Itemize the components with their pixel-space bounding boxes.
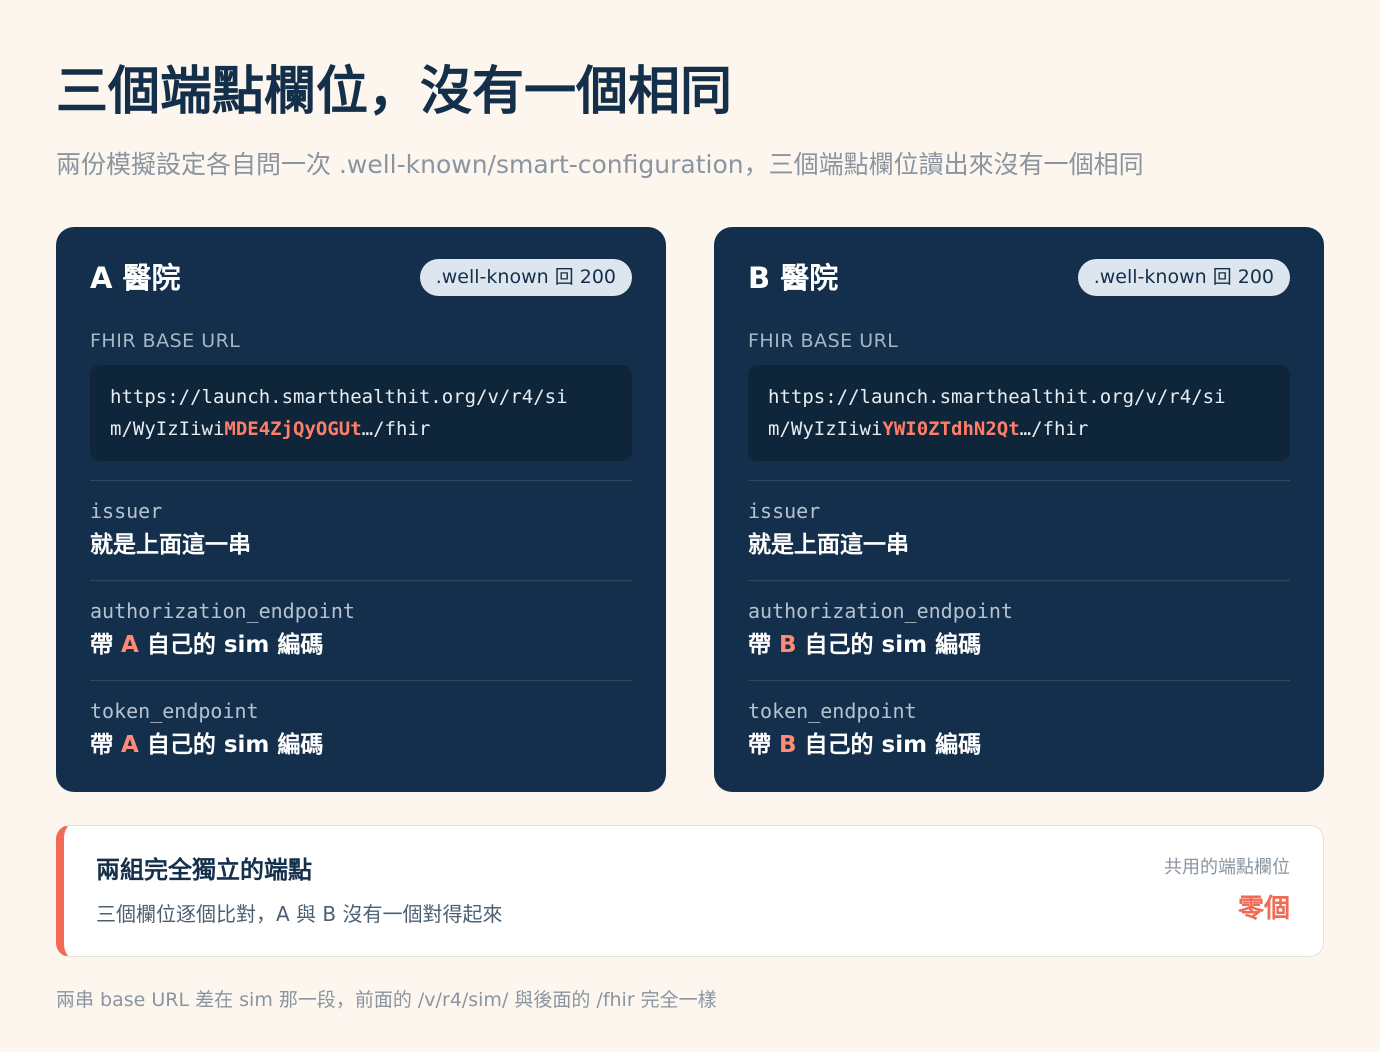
field-key: issuer <box>90 499 163 523</box>
base-url-line-1: https://launch.smarthealthit.org/v/r4/si <box>768 386 1226 408</box>
hospital-letter: A <box>121 732 139 758</box>
value-suffix: 自己的 sim 編碼 <box>138 632 324 658</box>
hospital-letter: B <box>779 632 797 658</box>
base-url-line-2: m/WyIzIiwiMDE4ZjQyOGUt…/fhir <box>110 413 612 445</box>
url-sim-segment: YWI0ZTdhN2Qt <box>882 418 1020 440</box>
field-value: 就是上面這一串 <box>748 532 909 558</box>
card-title: A 醫院 <box>90 261 181 295</box>
value-prefix: 帶 <box>748 632 780 658</box>
hospital-a-card: A 醫院 .well-known 回 200 FHIR BASE URL htt… <box>56 227 666 792</box>
field-authorization-endpoint: authorization_endpoint 帶 B 自己的 sim 編碼 <box>748 580 1290 680</box>
card-title: B 醫院 <box>748 261 839 295</box>
field-value: 帶 B 自己的 sim 編碼 <box>748 630 1290 660</box>
value-suffix: 自己的 sim 編碼 <box>796 632 982 658</box>
base-url-line-1: https://launch.smarthealthit.org/v/r4/si <box>110 386 568 408</box>
url-prefix: m/WyIzIiwi <box>110 418 225 440</box>
field-key: authorization_endpoint <box>748 599 1013 623</box>
field-value: 帶 A 自己的 sim 編碼 <box>90 730 632 760</box>
hospital-letter: B <box>779 732 797 758</box>
page-title: 三個端點欄位，沒有一個相同 <box>56 62 733 122</box>
field-token-endpoint: token_endpoint 帶 A 自己的 sim 編碼 <box>90 680 632 780</box>
value-suffix: 自己的 sim 編碼 <box>138 732 324 758</box>
base-url-box: https://launch.smarthealthit.org/v/r4/si… <box>748 365 1290 461</box>
field-key: token_endpoint <box>748 699 917 723</box>
field-issuer: issuer 就是上面這一串 <box>748 480 1290 580</box>
value-prefix: 帶 <box>90 732 122 758</box>
footnote: 兩串 base URL 差在 sim 那一段，前面的 /v/r4/sim/ 與後… <box>56 989 717 1011</box>
url-prefix: m/WyIzIiwi <box>768 418 883 440</box>
summary-title: 兩組完全獨立的端點 <box>96 856 312 884</box>
field-key: token_endpoint <box>90 699 259 723</box>
card-header: B 醫院 .well-known 回 200 <box>748 227 1290 329</box>
status-badge: .well-known 回 200 <box>419 259 632 296</box>
field-value: 就是上面這一串 <box>90 532 251 558</box>
hospital-b-card: B 醫院 .well-known 回 200 FHIR BASE URL htt… <box>714 227 1324 792</box>
field-key: authorization_endpoint <box>90 599 355 623</box>
url-suffix: …/fhir <box>361 418 431 440</box>
field-issuer: issuer 就是上面這一串 <box>90 480 632 580</box>
field-key: issuer <box>748 499 821 523</box>
field-value: 帶 A 自己的 sim 編碼 <box>90 630 632 660</box>
value-prefix: 帶 <box>748 732 780 758</box>
page-subtitle: 兩份模擬設定各自問一次 .well-known/smart-configurat… <box>56 150 1144 179</box>
card-header: A 醫院 .well-known 回 200 <box>90 227 632 329</box>
value-suffix: 自己的 sim 編碼 <box>796 732 982 758</box>
base-url-box: https://launch.smarthealthit.org/v/r4/si… <box>90 365 632 461</box>
value-prefix: 帶 <box>90 632 122 658</box>
base-url-line-2: m/WyIzIiwiYWI0ZTdhN2Qt…/fhir <box>768 413 1270 445</box>
shared-fields-count: 零個 <box>1237 894 1290 924</box>
hospital-letter: A <box>121 632 139 658</box>
field-value: 帶 B 自己的 sim 編碼 <box>748 730 1290 760</box>
field-token-endpoint: token_endpoint 帶 B 自己的 sim 編碼 <box>748 680 1290 780</box>
url-sim-segment: MDE4ZjQyOGUt <box>224 418 362 440</box>
base-url-label: FHIR BASE URL <box>90 330 241 352</box>
url-suffix: …/fhir <box>1019 418 1089 440</box>
field-authorization-endpoint: authorization_endpoint 帶 A 自己的 sim 編碼 <box>90 580 632 680</box>
shared-fields-label: 共用的端點欄位 <box>1164 857 1290 878</box>
summary-description: 三個欄位逐個比對，A 與 B 沒有一個對得起來 <box>96 902 503 926</box>
summary-card: 兩組完全獨立的端點 三個欄位逐個比對，A 與 B 沒有一個對得起來 共用的端點欄… <box>56 825 1324 957</box>
base-url-label: FHIR BASE URL <box>748 330 899 352</box>
status-badge: .well-known 回 200 <box>1077 259 1290 296</box>
